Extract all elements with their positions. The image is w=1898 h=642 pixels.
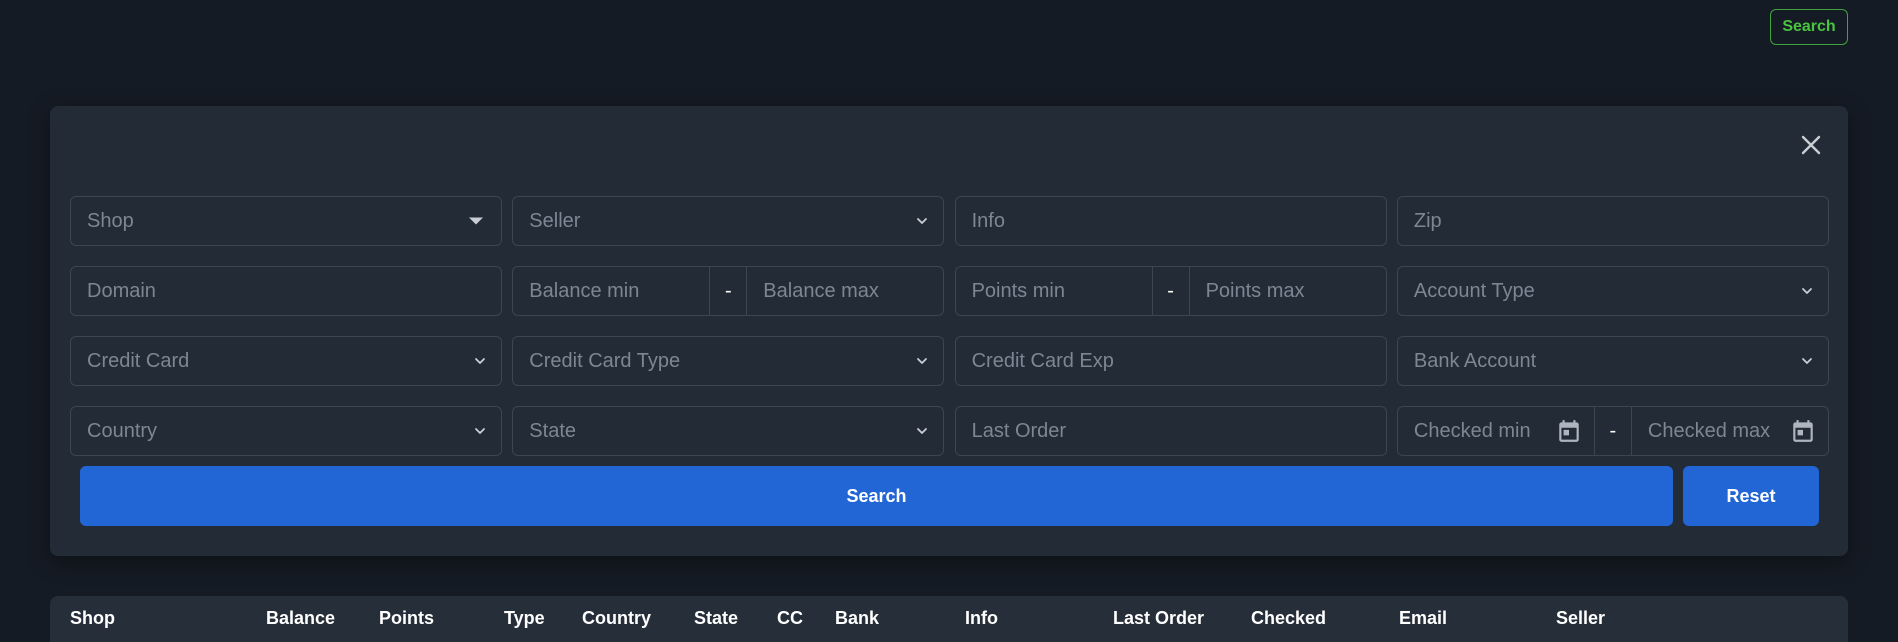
column-header-points[interactable]: Points — [379, 608, 434, 629]
chevron-down-icon — [1801, 288, 1812, 294]
top-search-button[interactable]: Search — [1770, 9, 1848, 45]
chevron-down-icon — [917, 218, 928, 224]
column-header-state[interactable]: State — [694, 608, 738, 629]
last-order-input[interactable]: Last Order — [954, 406, 1387, 456]
column-header-seller[interactable]: Seller — [1556, 608, 1605, 629]
column-header-bank[interactable]: Bank — [835, 608, 879, 629]
column-header-type[interactable]: Type — [504, 608, 545, 629]
column-header-email[interactable]: Email — [1399, 608, 1447, 629]
domain-input-placeholder: Domain — [87, 279, 156, 302]
info-input[interactable]: Info — [954, 196, 1387, 246]
column-header-info[interactable]: Info — [965, 608, 998, 629]
credit-card-type-label: Credit Card Type — [529, 349, 681, 372]
seller-select[interactable]: Seller — [512, 196, 945, 246]
checked-max-input[interactable]: Checked max — [1632, 407, 1828, 455]
chevron-down-icon — [475, 358, 485, 364]
shop-select[interactable]: Shop — [70, 196, 502, 246]
points-range: Points min - Points max — [954, 266, 1387, 316]
caret-down-icon — [469, 217, 483, 225]
shop-select-label: Shop — [87, 209, 134, 232]
chevron-down-icon — [1801, 358, 1812, 364]
close-icon[interactable] — [1794, 128, 1828, 162]
credit-card-exp-input[interactable]: Credit Card Exp — [954, 336, 1387, 386]
account-type-select[interactable]: Account Type — [1396, 266, 1829, 316]
calendar-icon[interactable] — [1790, 418, 1816, 444]
domain-input[interactable]: Domain — [70, 266, 502, 316]
range-separator: - — [1151, 267, 1190, 315]
credit-card-type-select[interactable]: Credit Card Type — [512, 336, 945, 386]
column-header-balance[interactable]: Balance — [266, 608, 335, 629]
balance-min-placeholder: Balance min — [529, 279, 640, 302]
search-button[interactable]: Search — [80, 466, 1673, 526]
column-header-country[interactable]: Country — [582, 608, 651, 629]
column-header-shop[interactable]: Shop — [70, 608, 115, 629]
points-max-input[interactable]: Points max — [1190, 267, 1386, 315]
chevron-down-icon — [917, 358, 928, 364]
checked-range: Checked min - Checked max — [1396, 406, 1829, 456]
column-header-last-order[interactable]: Last Order — [1113, 608, 1204, 629]
zip-input[interactable]: Zip — [1396, 196, 1829, 246]
range-separator: - — [1593, 407, 1632, 455]
zip-input-placeholder: Zip — [1413, 209, 1442, 232]
checked-min-input[interactable]: Checked min — [1398, 407, 1594, 455]
checked-min-placeholder: Checked min — [1413, 419, 1531, 442]
country-select[interactable]: Country — [70, 406, 502, 456]
filter-panel: Shop Seller Info Zip Domain Balance min … — [50, 106, 1848, 556]
last-order-placeholder: Last Order — [971, 419, 1067, 442]
points-min-placeholder: Points min — [971, 279, 1065, 302]
points-max-placeholder: Points max — [1205, 279, 1305, 302]
balance-max-placeholder: Balance max — [763, 279, 879, 302]
column-header-cc[interactable]: CC — [777, 608, 803, 629]
info-input-placeholder: Info — [971, 209, 1005, 232]
results-table-header: Shop Balance Points Type Country State C… — [50, 596, 1848, 642]
filter-actions: Search Reset — [80, 466, 1819, 526]
credit-card-exp-placeholder: Credit Card Exp — [971, 349, 1114, 372]
checked-max-placeholder: Checked max — [1647, 419, 1771, 442]
account-type-label: Account Type — [1413, 279, 1535, 302]
points-min-input[interactable]: Points min — [956, 267, 1152, 315]
calendar-icon[interactable] — [1556, 418, 1582, 444]
state-label: State — [529, 419, 576, 442]
column-header-checked[interactable]: Checked — [1251, 608, 1326, 629]
chevron-down-icon — [475, 428, 485, 434]
reset-button[interactable]: Reset — [1683, 466, 1819, 526]
range-separator: - — [709, 267, 748, 315]
country-label: Country — [87, 419, 158, 442]
credit-card-label: Credit Card — [87, 349, 190, 372]
seller-select-label: Seller — [529, 209, 581, 232]
balance-range: Balance min - Balance max — [512, 266, 945, 316]
balance-min-input[interactable]: Balance min — [513, 267, 709, 315]
state-select[interactable]: State — [512, 406, 945, 456]
chevron-down-icon — [917, 428, 928, 434]
filter-grid: Shop Seller Info Zip Domain Balance min … — [70, 196, 1829, 456]
bank-account-label: Bank Account — [1413, 349, 1537, 372]
credit-card-select[interactable]: Credit Card — [70, 336, 502, 386]
bank-account-select[interactable]: Bank Account — [1396, 336, 1829, 386]
balance-max-input[interactable]: Balance max — [747, 267, 943, 315]
